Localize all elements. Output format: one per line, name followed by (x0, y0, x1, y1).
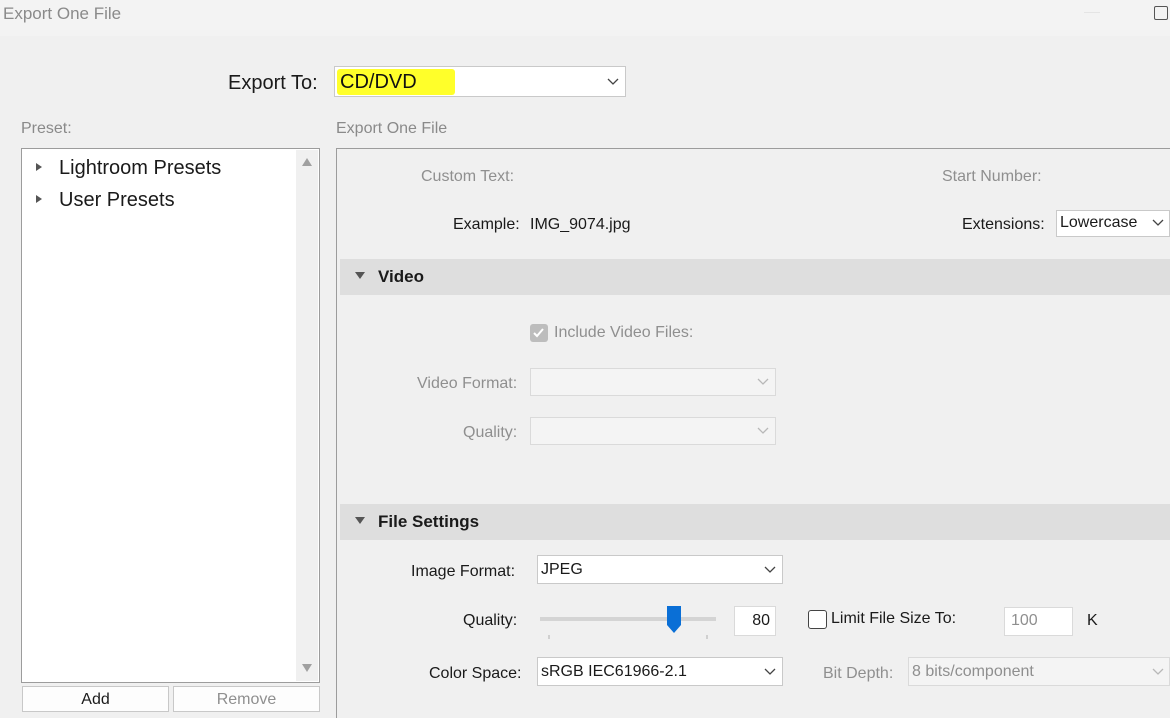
title-bar (0, 0, 1170, 36)
preset-label: Preset: (21, 120, 72, 137)
scroll-up-icon[interactable] (302, 158, 312, 166)
example-label: Example: (453, 216, 520, 233)
remove-preset-button[interactable]: Remove (173, 686, 320, 712)
export-to-value: CD/DVD (340, 71, 417, 93)
video-section-header[interactable] (340, 259, 1170, 295)
preset-scrollbar[interactable] (296, 150, 318, 681)
section-title: Export One File (336, 120, 448, 137)
preset-item-lightroom[interactable]: Lightroom Presets (59, 157, 221, 180)
example-value: IMG_9074.jpg (530, 216, 631, 233)
window-title: Export One File (3, 4, 122, 23)
bit-depth-value: 8 bits/component (912, 663, 1034, 680)
color-space-value: sRGB IEC61966-2.1 (541, 663, 687, 680)
export-to-label: Export To: (228, 72, 318, 94)
bit-depth-label: Bit Depth: (823, 665, 894, 682)
collapse-triangle-icon[interactable] (355, 517, 365, 524)
video-header-label: Video (378, 267, 424, 286)
quality-label: Quality: (463, 612, 518, 629)
include-video-label: Include Video Files: (554, 324, 694, 341)
preset-list[interactable] (21, 148, 320, 683)
video-format-select[interactable] (530, 368, 776, 396)
limit-size-field[interactable]: 100 (1004, 607, 1073, 636)
add-preset-button[interactable]: Add (22, 686, 169, 712)
include-video-checkbox[interactable] (530, 324, 548, 342)
chevron-down-icon (757, 427, 769, 434)
start-number-label: Start Number: (942, 168, 1042, 185)
chevron-down-icon (764, 668, 776, 675)
extensions-label: Extensions: (962, 216, 1045, 233)
custom-text-label: Custom Text: (421, 168, 515, 185)
limit-size-unit: K (1087, 612, 1098, 629)
file-settings-header-label: File Settings (378, 512, 480, 531)
slider-thumb (667, 606, 681, 633)
chevron-down-icon (764, 566, 776, 573)
scroll-down-icon[interactable] (302, 664, 312, 672)
video-format-label: Video Format: (417, 375, 518, 392)
image-format-value: JPEG (541, 561, 583, 578)
quality-value-field[interactable]: 80 (734, 606, 776, 636)
chevron-down-icon (607, 78, 619, 85)
checkbox-icon (533, 328, 544, 338)
minimize-icon[interactable] (1084, 12, 1100, 13)
chevron-down-icon (1152, 668, 1164, 675)
collapse-triangle-icon[interactable] (355, 272, 365, 279)
maximize-icon[interactable] (1154, 6, 1168, 20)
limit-file-size-checkbox[interactable] (808, 610, 827, 629)
image-format-label: Image Format: (411, 563, 516, 580)
quality-slider[interactable] (538, 603, 718, 641)
chevron-down-icon (757, 378, 769, 385)
expand-triangle-icon[interactable] (36, 163, 42, 171)
chevron-down-icon (1152, 219, 1164, 226)
limit-file-size-label: Limit File Size To: (831, 610, 957, 627)
video-quality-select[interactable] (530, 417, 776, 445)
expand-triangle-icon[interactable] (36, 195, 42, 203)
preset-item-user[interactable]: User Presets (59, 189, 175, 212)
extensions-value: Lowercase (1060, 214, 1138, 231)
video-quality-label: Quality: (463, 424, 518, 441)
color-space-label: Color Space: (429, 665, 522, 682)
